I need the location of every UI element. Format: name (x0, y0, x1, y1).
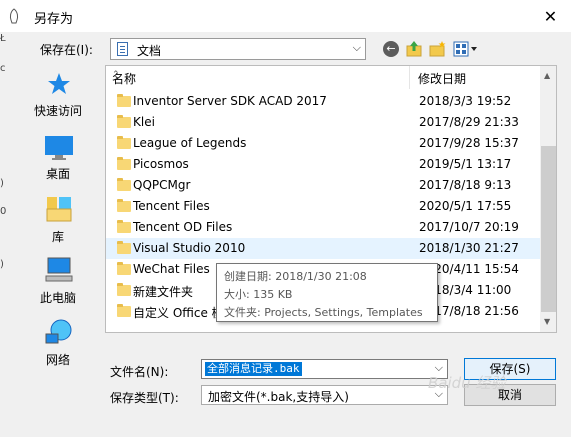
scroll-thumb[interactable] (541, 146, 556, 312)
folder-icon (117, 220, 131, 233)
title-bar: 另存为 ✕ (0, 0, 571, 32)
scroll-down-icon[interactable]: ▼ (544, 317, 550, 326)
watermark-text: Baidu 经验 (428, 374, 506, 392)
places-this-pc[interactable]: 此电脑 (23, 256, 93, 306)
file-row[interactable]: Tencent OD Files 2017/10/7 20:19 (106, 217, 540, 238)
folder-icon (117, 241, 131, 254)
place-label: 快速访问 (33, 104, 82, 118)
file-name: WeChat Files (133, 262, 210, 276)
tooltip-created: 创建日期: 2018/1/30 21:08 (224, 270, 367, 283)
background-text: 0 (0, 206, 7, 217)
save-in-label: 保存在(I): (40, 43, 93, 57)
column-header-label: 修改日期 (418, 72, 467, 86)
file-name: Inventor Server SDK ACAD 2017 (133, 94, 327, 108)
background-text: ) (0, 259, 4, 270)
computer-icon (45, 257, 73, 282)
column-header-date[interactable]: 修改日期 (410, 66, 540, 89)
desktop-icon (45, 136, 73, 160)
filename-value: 全部消息记录.bak (205, 362, 302, 376)
background-text: ) (0, 178, 4, 189)
documents-icon (117, 42, 128, 56)
library-icon (46, 197, 72, 222)
places-library[interactable]: 库 (23, 195, 93, 245)
file-date: 2018/1/30 21:27 (419, 241, 519, 255)
file-row[interactable]: League of Legends 2017/9/28 15:37 (106, 133, 540, 154)
network-icon (45, 319, 72, 344)
window-icon (9, 8, 19, 24)
filename-label: 文件名(N): (110, 365, 169, 379)
tooltip-size: 大小: 135 KB (224, 288, 293, 301)
file-date: 2017/8/29 21:33 (419, 115, 519, 129)
background-text: Ł (0, 33, 6, 44)
vertical-scrollbar[interactable]: ▲ ▼ (540, 66, 556, 332)
file-date: 2019/5/1 13:17 (419, 157, 512, 171)
file-date: 2017/8/18 9:13 (419, 178, 512, 192)
folder-tooltip: 创建日期: 2018/1/30 21:08 大小: 135 KB 文件夹: Pr… (216, 263, 438, 322)
file-row-selected[interactable]: Visual Studio 2010 2018/1/30 21:27 (106, 238, 540, 259)
file-name: QQPCMgr (133, 178, 191, 192)
new-folder-icon[interactable] (429, 40, 447, 57)
close-icon: ✕ (543, 6, 558, 26)
folder-icon (117, 304, 131, 317)
file-row[interactable]: Picosmos 2019/5/1 13:17 (106, 154, 540, 175)
view-menu-icon[interactable] (453, 41, 479, 57)
file-name: Tencent OD Files (133, 220, 233, 234)
up-folder-icon[interactable] (406, 40, 422, 57)
filetype-label: 保存类型(T): (110, 391, 179, 405)
location-dropdown[interactable]: 文档 ⌵ (110, 38, 366, 60)
place-label: 库 (51, 230, 64, 244)
scroll-up-icon[interactable]: ▲ (544, 71, 550, 80)
sort-up-icon: ⌃ (112, 70, 120, 80)
folder-icon (117, 94, 131, 107)
file-name: Klei (133, 115, 155, 129)
file-date: 2020/5/1 17:55 (419, 199, 512, 213)
file-name: League of Legends (133, 136, 247, 150)
window-title: 另存为 (34, 12, 74, 27)
file-row[interactable]: Klei 2017/8/29 21:33 (106, 112, 540, 133)
folder-icon (117, 199, 131, 212)
file-row[interactable]: QQPCMgr 2017/8/18 9:13 (106, 175, 540, 196)
file-name: Picosmos (133, 157, 189, 171)
file-row[interactable]: Tencent Files 2020/5/1 17:55 (106, 196, 540, 217)
folder-icon (117, 115, 131, 128)
file-date: 2017/10/7 20:19 (419, 220, 519, 234)
back-arrow-icon: ← (386, 42, 396, 55)
column-header-name[interactable]: 名称 ⌃ (106, 66, 410, 89)
places-quick-access[interactable]: 快速访问 (23, 72, 93, 122)
folder-icon (117, 262, 131, 275)
file-date: 2018/3/3 19:52 (419, 94, 512, 108)
folder-icon (117, 136, 131, 149)
file-row[interactable]: Inventor Server SDK ACAD 2017 2018/3/3 19… (106, 91, 540, 112)
file-name: 新建文件夹 (133, 285, 194, 299)
file-name: Visual Studio 2010 (133, 241, 246, 255)
location-value: 文档 (137, 44, 162, 58)
star-icon (48, 73, 70, 94)
places-desktop[interactable]: 桌面 (23, 135, 93, 185)
filename-input[interactable]: 全部消息记录.bak ⌵ (201, 359, 448, 379)
close-button[interactable]: ✕ (530, 0, 571, 32)
filetype-value: 加密文件(*.bak,支持导入) (208, 390, 349, 404)
place-label: 此电脑 (39, 291, 76, 305)
tooltip-folders: 文件夹: Projects, Settings, Templates (224, 306, 423, 319)
folder-icon (117, 283, 131, 296)
place-label: 网络 (45, 353, 70, 367)
folder-icon (117, 178, 131, 191)
place-label: 桌面 (45, 167, 70, 181)
places-network[interactable]: 网络 (23, 318, 93, 368)
chevron-down-icon: ⌵ (352, 41, 361, 54)
background-text: c (0, 63, 6, 74)
file-name: Tencent Files (133, 199, 210, 213)
folder-icon (117, 157, 131, 170)
back-button[interactable]: ← (383, 41, 399, 57)
filetype-dropdown[interactable]: 加密文件(*.bak,支持导入) ⌵ (201, 385, 448, 405)
file-date: 2017/9/28 15:37 (419, 136, 519, 150)
